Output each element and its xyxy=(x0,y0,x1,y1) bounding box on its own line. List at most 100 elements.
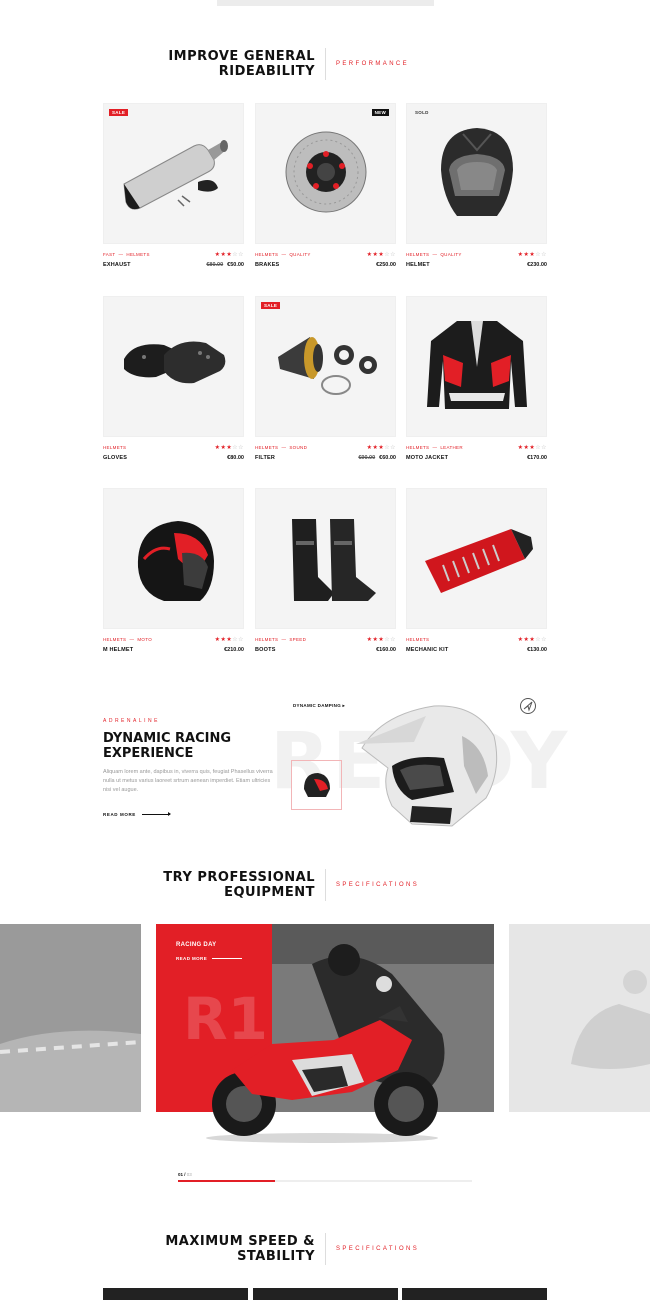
product-image[interactable]: SOLD xyxy=(406,103,547,244)
product-image[interactable]: SALE xyxy=(255,296,396,437)
rating-stars: ★★★☆☆ xyxy=(214,445,244,451)
helmet-icon xyxy=(304,773,330,797)
product-price: €80.00 €50.00 xyxy=(206,262,244,268)
brake-disc-icon xyxy=(285,131,367,213)
product-categories[interactable]: HELMETS xyxy=(103,445,126,450)
product-name[interactable]: FILTER xyxy=(255,455,275,461)
section-heading-speed: MAXIMUM SPEED & STABILITY SPECIFICATIONS xyxy=(150,1233,419,1265)
rider-image xyxy=(509,924,650,1112)
air-filter-icon xyxy=(278,337,377,395)
rating-stars: ★★★☆☆ xyxy=(366,637,396,643)
rating-stars: ★★★☆☆ xyxy=(517,637,547,643)
product-price: €160.00 xyxy=(376,647,396,653)
rating-stars: ★★★☆☆ xyxy=(214,252,244,258)
arrow-icon xyxy=(523,701,533,712)
product-card[interactable]: HELMETS — SPEED ★★★☆☆ BOOTS €160.00 xyxy=(255,488,396,658)
slide-title: RACING DAY xyxy=(176,942,217,948)
hero-read-more-link[interactable]: READ MORE xyxy=(103,812,171,817)
rating-stars: ★★★☆☆ xyxy=(517,252,547,258)
helmet-icon xyxy=(441,128,513,216)
product-name[interactable]: M HELMET xyxy=(103,647,133,653)
product-image[interactable] xyxy=(406,296,547,437)
product-name[interactable]: MECHANIC KIT xyxy=(406,647,448,653)
product-categories[interactable]: HELMETS — MOTO xyxy=(103,637,152,642)
section-title: TRY PROFESSIONAL EQUIPMENT xyxy=(163,870,315,900)
product-price: €130.00 xyxy=(527,647,547,653)
exhaust-icon xyxy=(123,140,228,210)
hotspot-label[interactable]: DYNAMIC DAMPING ▸ xyxy=(293,703,345,709)
rating-stars: ★★★☆☆ xyxy=(517,445,547,451)
motorcycle-image xyxy=(206,1006,438,1143)
product-card[interactable]: SOLD HELMETS — QUALITY ★★★☆☆ HELMET €230… xyxy=(406,103,547,273)
product-card[interactable]: HELMETS — LEATHER ★★★☆☆ MOTO JACKET €170… xyxy=(406,296,547,466)
bottom-card-image[interactable] xyxy=(402,1288,547,1300)
product-image[interactable] xyxy=(255,488,396,629)
product-name[interactable]: BRAKES xyxy=(255,262,279,268)
section-divider xyxy=(325,869,326,901)
product-card[interactable]: SALE FAST — HELMETS ★★★☆☆ EXHAUST €80.00… xyxy=(103,103,244,273)
slider-progress-bar[interactable] xyxy=(178,1180,472,1182)
new-badge: NEW xyxy=(371,109,389,116)
product-name[interactable]: EXHAUST xyxy=(103,262,131,268)
bottom-card-image[interactable] xyxy=(253,1288,398,1300)
helmet-icon xyxy=(137,521,214,601)
product-card[interactable]: HELMETS — MOTO ★★★☆☆ M HELMET €210.00 xyxy=(103,488,244,658)
jacket-icon xyxy=(427,321,527,409)
product-price: €250.00 xyxy=(376,262,396,268)
rating-stars: ★★★☆☆ xyxy=(214,637,244,643)
sale-badge: SALE xyxy=(109,109,129,116)
product-image[interactable]: NEW xyxy=(255,103,396,244)
product-card[interactable]: HELMETS ★★★☆☆ MECHANIC KIT €130.00 xyxy=(406,488,547,658)
progress-fill xyxy=(178,1180,276,1182)
slide-read-more-link[interactable]: READ MORE xyxy=(176,956,243,961)
section-subtitle: SPECIFICATIONS xyxy=(336,882,420,888)
product-name[interactable]: GLOVES xyxy=(103,455,127,461)
product-categories[interactable]: HELMETS — QUALITY xyxy=(255,252,311,257)
compass-icon[interactable] xyxy=(520,698,536,714)
hero-title: DYNAMIC RACING EXPERIENCE xyxy=(103,731,232,761)
arrow-right-icon xyxy=(141,812,171,816)
hero-label: ADRENALINE xyxy=(103,718,160,724)
product-card[interactable]: SALE HELMETS — SOUND ★★★☆☆ FILTER €90.00… xyxy=(255,296,396,466)
product-name[interactable]: MOTO JACKET xyxy=(406,455,448,461)
product-card[interactable]: HELMETS ★★★☆☆ GLOVES €80.00 xyxy=(103,296,244,466)
slide-previous[interactable] xyxy=(0,924,141,1112)
section-heading-specifications: TRY PROFESSIONAL EQUIPMENT SPECIFICATION… xyxy=(150,869,419,901)
section-title: IMPROVE GENERAL RIDEABILITY xyxy=(168,49,315,79)
product-card[interactable]: NEW HELMETS — QUALITY ★★★☆☆ BRAKES €250.… xyxy=(255,103,396,273)
product-name[interactable]: HELMET xyxy=(406,262,430,268)
slider-pagination: 01 / 03 xyxy=(178,1172,192,1177)
product-categories[interactable]: HELMETS — QUALITY xyxy=(406,252,462,257)
section-subtitle: PERFORMANCE xyxy=(336,61,410,67)
product-image[interactable] xyxy=(406,488,547,629)
product-image[interactable] xyxy=(103,296,244,437)
top-strip xyxy=(0,0,650,6)
track-image xyxy=(0,924,141,1112)
product-price: €90.00 €60.00 xyxy=(358,455,396,461)
product-price: €170.00 xyxy=(527,455,547,461)
product-price: €80.00 xyxy=(227,455,244,461)
slide-next[interactable] xyxy=(509,924,650,1112)
product-image[interactable] xyxy=(103,488,244,629)
product-categories[interactable]: HELMETS xyxy=(406,637,429,642)
product-price: €210.00 xyxy=(224,647,244,653)
section-heading-performance: IMPROVE GENERAL RIDEABILITY PERFORMANCE xyxy=(150,48,409,80)
tool-kit-icon xyxy=(425,529,533,593)
sold-badge: SOLD xyxy=(415,110,429,115)
product-name[interactable]: BOOTS xyxy=(255,647,276,653)
product-image[interactable]: SALE xyxy=(103,103,244,244)
bottom-card-image[interactable] xyxy=(103,1288,248,1300)
gloves-icon xyxy=(124,341,226,384)
product-categories[interactable]: HELMETS — SOUND xyxy=(255,445,307,450)
helmet-thumbnail[interactable] xyxy=(291,760,342,810)
section-divider xyxy=(325,1233,326,1265)
section-subtitle: SPECIFICATIONS xyxy=(336,1246,420,1252)
section-divider xyxy=(325,48,326,80)
section-title: MAXIMUM SPEED & STABILITY xyxy=(165,1234,315,1264)
boots-icon xyxy=(292,519,376,601)
product-categories[interactable]: HELMETS — LEATHER xyxy=(406,445,463,450)
product-categories[interactable]: FAST — HELMETS xyxy=(103,252,150,257)
hero-helmet-image xyxy=(356,705,498,827)
product-price: €230.00 xyxy=(527,262,547,268)
product-categories[interactable]: HELMETS — SPEED xyxy=(255,637,306,642)
